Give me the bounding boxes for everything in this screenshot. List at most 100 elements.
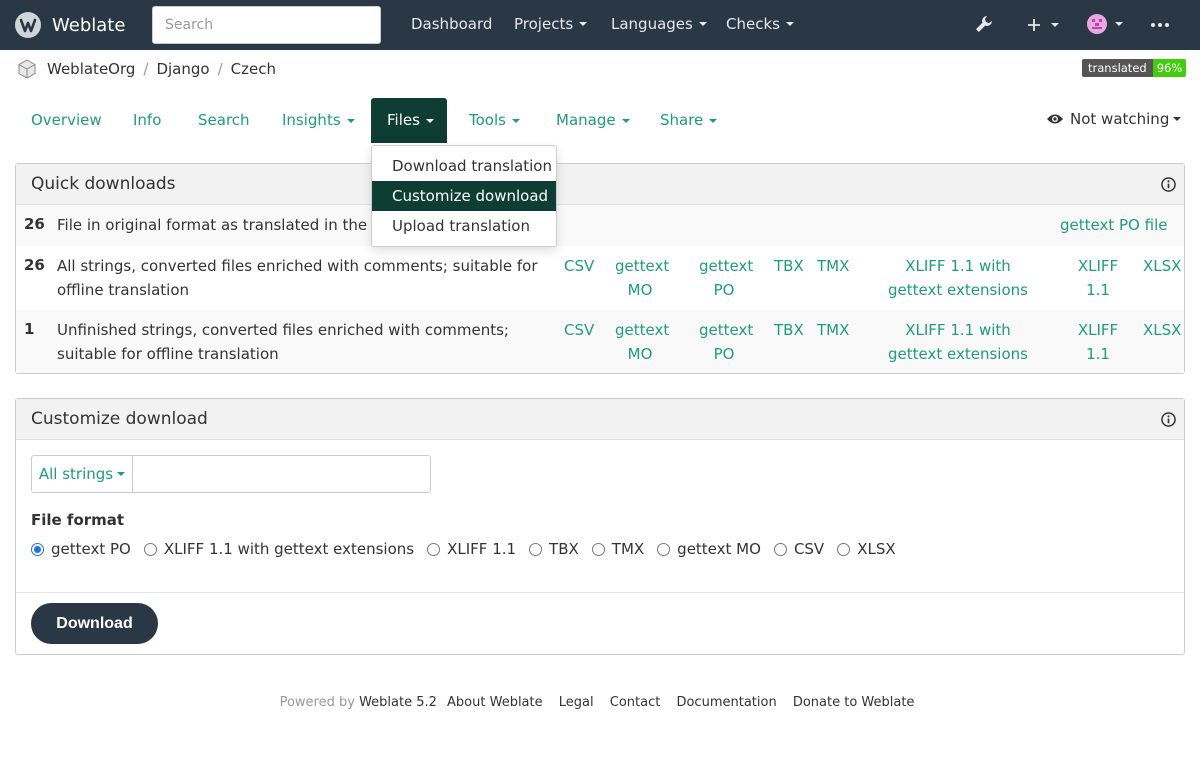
nav-checks[interactable]: Checks <box>726 15 794 33</box>
nav-dashboard[interactable]: Dashboard <box>411 15 492 33</box>
row-count: 26 <box>24 256 45 274</box>
radio-tmx[interactable]: TMX <box>591 540 645 558</box>
chevron-down-icon <box>117 472 126 476</box>
download-link-tbx[interactable]: TBX <box>774 254 804 278</box>
breadcrumb: WeblateOrg / Django / Czech <box>16 58 276 80</box>
download-link-xliff[interactable]: XLIFF 1.1 <box>1075 254 1121 302</box>
chevron-down-icon <box>1115 22 1123 26</box>
watch-toggle[interactable]: Not watching <box>1046 110 1182 128</box>
nav-languages-label: Languages <box>611 15 693 33</box>
brand-link[interactable]: Weblate <box>14 11 125 39</box>
panel-footer: Download <box>16 592 1184 655</box>
brand-name: Weblate <box>52 14 126 36</box>
download-link-xlsx[interactable]: XLSX <box>1143 254 1181 278</box>
row-count: 26 <box>24 215 45 233</box>
footer-contact-link[interactable]: Contact <box>610 695 661 710</box>
search-input[interactable] <box>152 6 381 44</box>
breadcrumb-project[interactable]: WeblateOrg <box>47 60 135 78</box>
filter-label: All strings <box>38 465 114 483</box>
file-format-label: File format <box>31 511 125 529</box>
radio-csv[interactable]: CSV <box>773 540 825 558</box>
radio-button[interactable] <box>773 542 787 556</box>
tab-share[interactable]: Share <box>645 98 732 143</box>
more-menu-button[interactable] <box>1150 14 1170 36</box>
download-link-csv[interactable]: CSV <box>564 318 594 342</box>
nav-projects[interactable]: Projects <box>514 15 588 33</box>
radio-button[interactable] <box>837 542 851 556</box>
download-link-csv[interactable]: CSV <box>564 254 594 278</box>
radio-label: XLIFF 1.1 with gettext extensions <box>163 540 415 558</box>
wrench-button[interactable] <box>974 13 994 35</box>
footer-legal-link[interactable]: Legal <box>559 695 594 710</box>
tab-label: Search <box>198 111 250 129</box>
breadcrumb-separator: / <box>217 60 223 78</box>
tab-insights[interactable]: Insights <box>267 98 370 143</box>
chevron-down-icon <box>1051 23 1059 27</box>
info-icon[interactable] <box>1161 412 1176 427</box>
download-button[interactable]: Download <box>31 603 158 644</box>
radio-button[interactable] <box>657 542 671 556</box>
tab-tools[interactable]: Tools <box>454 98 535 143</box>
download-link-po-original[interactable]: gettext PO file <box>1060 213 1167 237</box>
radio-gettext-mo[interactable]: gettext MO <box>657 540 761 558</box>
menu-item-download-translation[interactable]: Download translation <box>372 151 556 181</box>
footer-donate-link[interactable]: Donate to Weblate <box>793 695 915 710</box>
nav-projects-label: Projects <box>514 15 574 33</box>
radio-button[interactable] <box>427 542 441 556</box>
radio-button[interactable] <box>529 542 543 556</box>
panel-title: Quick downloads <box>31 174 176 194</box>
footer-documentation-link[interactable]: Documentation <box>676 695 776 710</box>
info-icon[interactable] <box>1161 177 1176 192</box>
radio-button[interactable] <box>591 542 605 556</box>
download-link-po[interactable]: gettext PO <box>699 318 753 366</box>
translated-badge[interactable]: translated 96% <box>1082 59 1187 77</box>
radio-button[interactable] <box>143 542 157 556</box>
files-dropdown-menu: Download translation Customize download … <box>371 145 557 247</box>
nav-checks-label: Checks <box>726 15 780 33</box>
radio-button[interactable] <box>31 542 44 556</box>
download-link-mo[interactable]: gettext MO <box>615 318 669 366</box>
radio-xliff-gettext[interactable]: XLIFF 1.1 with gettext extensions <box>143 540 415 558</box>
breadcrumb-component[interactable]: Django <box>156 60 209 78</box>
radio-xlsx[interactable]: XLSX <box>837 540 896 558</box>
download-link-mo[interactable]: gettext MO <box>615 254 669 302</box>
add-menu-button[interactable] <box>1026 14 1059 36</box>
tab-overview[interactable]: Overview <box>16 98 117 143</box>
tab-manage[interactable]: Manage <box>541 98 645 143</box>
tab-info[interactable]: Info <box>118 98 176 143</box>
download-link-tbx[interactable]: TBX <box>774 318 804 342</box>
table-row: 1 Unfinished strings, converted files en… <box>16 310 1184 373</box>
radio-xliff[interactable]: XLIFF 1.1 <box>427 540 516 558</box>
radio-label: TMX <box>611 540 645 558</box>
chevron-down-icon <box>709 118 718 123</box>
menu-item-customize-download[interactable]: Customize download <box>372 181 556 211</box>
panel-title: Customize download <box>31 409 208 429</box>
download-link-xliff-gettext[interactable]: XLIFF 1.1 with gettext extensions <box>883 318 1033 366</box>
download-link-tmx[interactable]: TMX <box>817 254 849 278</box>
download-link-xliff[interactable]: XLIFF 1.1 <box>1075 318 1121 366</box>
download-link-tmx[interactable]: TMX <box>817 318 849 342</box>
badge-value: 96% <box>1152 59 1187 77</box>
breadcrumb-language[interactable]: Czech <box>231 60 276 78</box>
menu-item-upload-translation[interactable]: Upload translation <box>372 211 556 241</box>
radio-label: CSV <box>793 540 825 558</box>
download-link-xliff-gettext[interactable]: XLIFF 1.1 with gettext extensions <box>883 254 1033 302</box>
tab-search[interactable]: Search <box>183 98 265 143</box>
chevron-down-icon <box>511 118 520 123</box>
string-filter-dropdown[interactable]: All strings <box>31 455 133 493</box>
nav-dashboard-label: Dashboard <box>411 15 493 33</box>
chevron-down-icon <box>1173 117 1182 121</box>
download-link-xlsx[interactable]: XLSX <box>1143 318 1181 342</box>
filter-query-input[interactable] <box>132 455 431 493</box>
nav-languages[interactable]: Languages <box>611 15 707 33</box>
footer-version-link[interactable]: Weblate 5.2 <box>359 695 437 710</box>
footer-about-link[interactable]: About Weblate <box>447 695 543 710</box>
tab-label: Insights <box>282 111 341 129</box>
user-menu-button[interactable] <box>1087 14 1123 34</box>
radio-tbx[interactable]: TBX <box>529 540 579 558</box>
top-navbar: Weblate Dashboard Projects Languages Che… <box>0 0 1200 50</box>
row-description: Unfinished strings, converted files enri… <box>57 321 509 363</box>
download-link-po[interactable]: gettext PO <box>699 254 753 302</box>
radio-gettext-po[interactable]: gettext PO <box>31 540 131 558</box>
tab-files[interactable]: Files <box>371 98 447 143</box>
